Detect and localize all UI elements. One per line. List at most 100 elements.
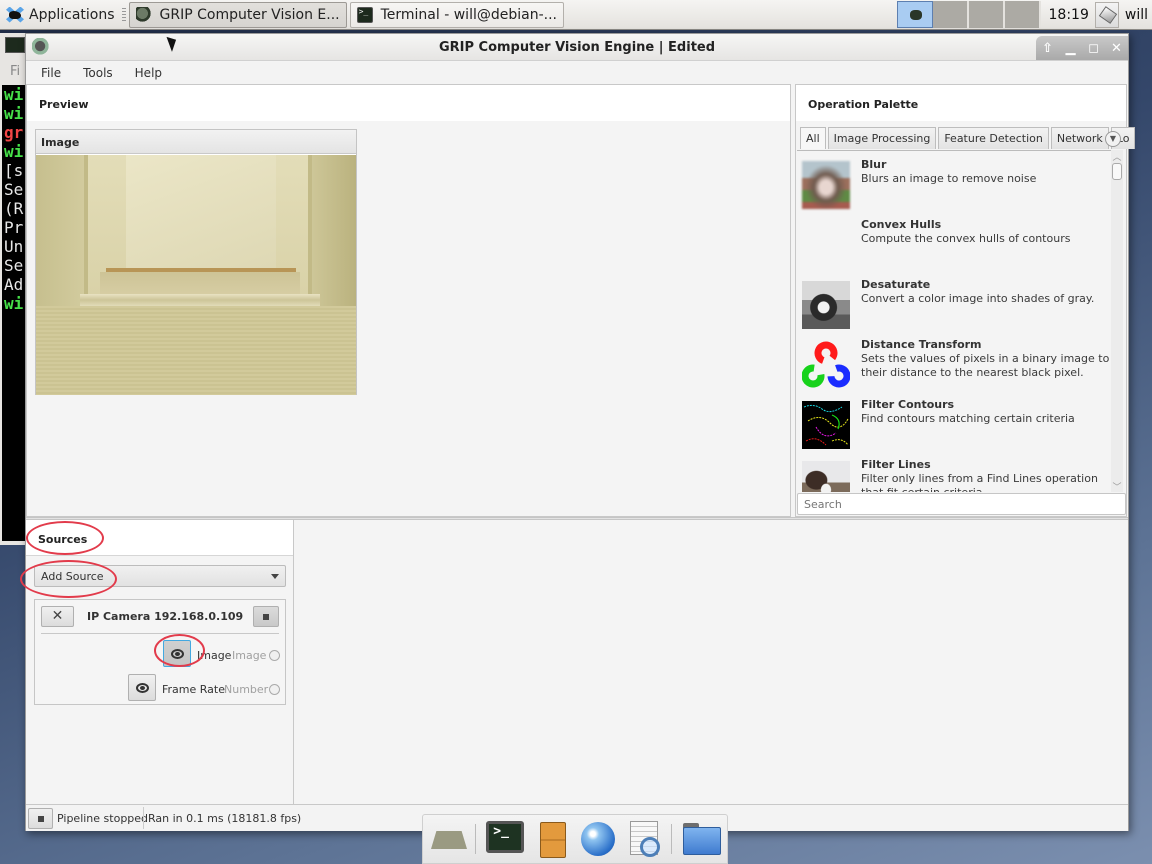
menu-help[interactable]: Help (135, 66, 162, 80)
add-source-dropdown[interactable]: Add Source (34, 565, 286, 587)
lines-thumbnail (802, 461, 850, 492)
taskbar-item-grip[interactable]: GRIP Computer Vision E... (128, 1, 347, 28)
socket-label: Frame Rate (162, 683, 225, 696)
menu-bar: File Tools Help (26, 62, 1128, 84)
socket-label: Image (197, 649, 232, 662)
xfce-logo-icon (4, 5, 26, 25)
minimize-button[interactable]: ▁ (1062, 41, 1080, 56)
eye-icon (136, 683, 149, 693)
palette-tabs: All Image Processing Feature Detection N… (800, 127, 1137, 149)
window-title: GRIP Computer Vision Engine | Edited (438, 40, 716, 55)
operation-palette: Operation Palette All Image Processing F… (795, 84, 1136, 517)
stop-source-button[interactable] (253, 606, 279, 627)
scrollbar-thumb[interactable] (1112, 163, 1122, 180)
operation-list-scrollbar[interactable]: ︿ ﹀ (1111, 150, 1123, 493)
terminal-icon (356, 6, 373, 23)
operation-filter-lines[interactable]: Filter Lines Filter only lines from a Fi… (802, 457, 1107, 492)
output-socket-radio[interactable] (269, 684, 280, 695)
maximize-button[interactable]: ◻ (1085, 41, 1103, 56)
folder-icon[interactable] (681, 819, 722, 859)
tab-network[interactable]: Network (1050, 127, 1109, 149)
camera-preview-image (36, 155, 356, 395)
terminal-icon (5, 37, 25, 53)
scroll-down-arrow-icon[interactable]: ﹀ (1111, 480, 1123, 493)
image-preview-card: Image (35, 129, 357, 395)
operation-blur[interactable]: Blur Blurs an image to remove noise (802, 157, 1107, 209)
pipeline-status: Pipeline stopped (57, 812, 149, 825)
window-titlebar[interactable]: GRIP Computer Vision Engine | Edited ⇧ ▁… (26, 34, 1128, 61)
workspace-1[interactable] (896, 0, 933, 28)
preview-pane: Preview Image (26, 84, 791, 517)
clock[interactable]: 18:19 (1043, 7, 1095, 23)
tabs-overflow-button[interactable]: ▼ (1105, 131, 1121, 147)
image-preview-toggle[interactable] (163, 640, 191, 667)
operation-search-input[interactable] (797, 493, 1126, 515)
scroll-up-arrow-icon[interactable]: ︿ (1111, 150, 1123, 163)
taskbar-item-label: GRIP Computer Vision E... (159, 6, 340, 23)
operation-name: Distance Transform (861, 338, 982, 351)
workspace-3[interactable] (968, 0, 1005, 28)
source-name: IP Camera 192.168.0.109 (87, 610, 244, 623)
frame-rate-preview-toggle[interactable] (128, 674, 156, 701)
operation-description: Blurs an image to remove noise (861, 172, 1037, 185)
pipeline-steps-area[interactable] (295, 520, 1128, 804)
terminal-menu-file[interactable]: Fi (10, 64, 20, 79)
web-browser-icon[interactable] (578, 819, 616, 859)
operation-convex-hulls[interactable]: Convex Hulls Compute the convex hulls of… (802, 217, 1107, 267)
preview-heading: Preview (27, 85, 790, 121)
menu-tools[interactable]: Tools (83, 66, 113, 80)
palette-heading: Operation Palette (796, 85, 1126, 121)
operation-description: Find contours matching certain criteria (861, 412, 1075, 425)
operation-description: Compute the convex hulls of contours (861, 232, 1071, 245)
contours-thumbnail (802, 401, 850, 449)
operation-distance-transform[interactable]: Distance Transform Sets the values of pi… (801, 337, 1109, 389)
operation-desaturate[interactable]: Desaturate Convert a color image into sh… (802, 277, 1107, 329)
output-socket-radio[interactable] (269, 650, 280, 661)
window-controls: ⇧ ▁ ◻ ✕ (1036, 36, 1128, 60)
operation-name: Filter Contours (861, 398, 955, 411)
eye-icon (171, 649, 184, 659)
tab-feature-detection[interactable]: Feature Detection (938, 127, 1049, 149)
divider (41, 633, 279, 634)
network-tray-icon[interactable] (1094, 1, 1119, 28)
operation-description: Sets the values of pixels in a binary im… (861, 352, 1110, 379)
workspace-switcher (896, 0, 1041, 29)
top-panel: Applications GRIP Computer Vision E... T… (0, 0, 1152, 30)
pipeline-stop-button[interactable] (28, 808, 53, 829)
terminal-icon[interactable] (485, 819, 525, 859)
source-card: ✕ IP Camera 192.168.0.109 Image Image Fr… (34, 599, 286, 705)
applications-label: Applications (29, 6, 115, 23)
operation-name: Blur (861, 158, 887, 171)
divider (143, 807, 144, 829)
desaturate-thumbnail (802, 281, 850, 329)
search-icon[interactable] (624, 819, 661, 859)
opencv-logo-thumbnail (801, 341, 851, 389)
operation-filter-contours[interactable]: Filter Contours Find contours matching c… (802, 397, 1107, 449)
remove-source-button[interactable]: ✕ (41, 606, 74, 627)
user-menu[interactable]: will (1125, 7, 1148, 23)
workspace-2[interactable] (932, 0, 969, 28)
show-desktop-icon[interactable] (429, 819, 466, 859)
close-button[interactable]: ✕ (1108, 41, 1126, 56)
panel-handle[interactable] (121, 7, 126, 22)
workspace-4[interactable] (1004, 0, 1041, 28)
menu-file[interactable]: File (41, 66, 61, 80)
operation-name: Desaturate (861, 278, 931, 291)
divider (475, 824, 477, 854)
socket-type: Image (232, 649, 267, 662)
file-cabinet-icon[interactable] (532, 819, 569, 859)
divider (670, 824, 672, 854)
grip-window: GRIP Computer Vision Engine | Edited ⇧ ▁… (20, 33, 1136, 831)
add-source-label: Add Source (41, 570, 104, 583)
image-preview-title: Image (36, 130, 356, 154)
blur-thumbnail (802, 161, 850, 209)
applications-menu-button[interactable]: Applications (0, 1, 119, 29)
bottom-dock (422, 814, 728, 864)
sources-heading: Sources (26, 520, 293, 556)
shade-button[interactable]: ⇧ (1039, 41, 1057, 56)
tab-image-processing[interactable]: Image Processing (827, 127, 937, 149)
tab-all[interactable]: All (800, 127, 826, 149)
chevron-down-icon (271, 574, 279, 579)
socket-type: Number (224, 683, 269, 696)
taskbar-item-terminal[interactable]: Terminal - will@debian-... (349, 1, 564, 28)
